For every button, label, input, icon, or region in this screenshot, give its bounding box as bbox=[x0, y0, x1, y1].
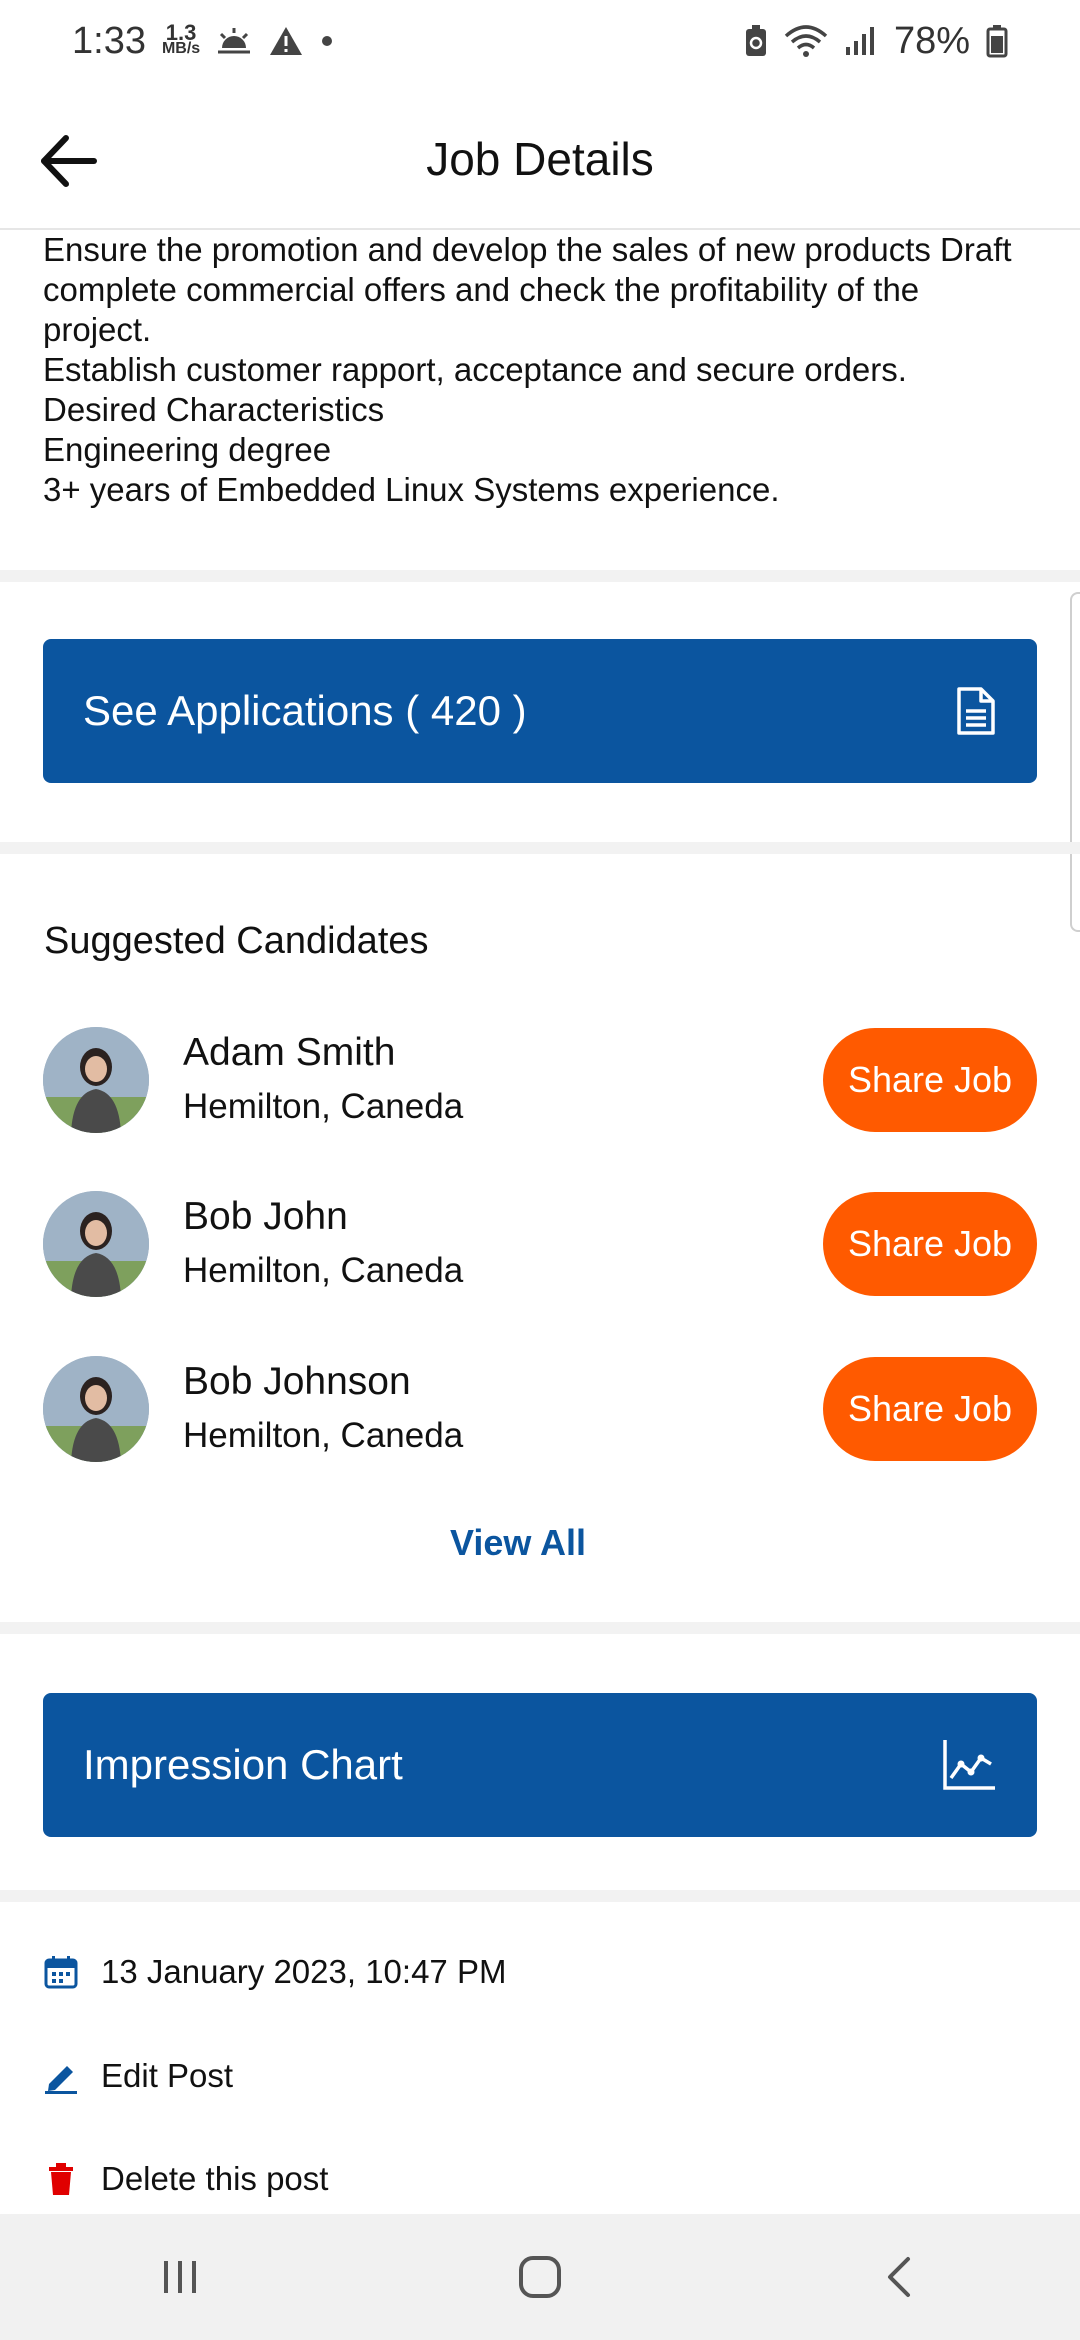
app-bar: Job Details bbox=[0, 82, 1080, 230]
warning-icon bbox=[270, 27, 303, 55]
scrollbar[interactable] bbox=[1070, 592, 1080, 932]
section-divider bbox=[0, 842, 1080, 854]
candidate-row: Bob Johnson Hemilton, Caneda Share Job bbox=[0, 1356, 1080, 1466]
delete-post-label: Delete this post bbox=[101, 2160, 329, 2197]
description-line: complete commercial offers and check the… bbox=[43, 271, 920, 308]
suggested-candidates-title: Suggested Candidates bbox=[44, 920, 429, 962]
line-chart-icon bbox=[943, 1740, 995, 1790]
status-right: 78% bbox=[744, 20, 1008, 63]
candidate-location: Hemilton, Caneda bbox=[183, 1251, 464, 1290]
candidate-name: Bob John bbox=[183, 1195, 348, 1238]
avatar[interactable] bbox=[43, 1356, 149, 1462]
person-avatar-icon bbox=[43, 1356, 149, 1462]
share-job-button[interactable]: Share Job bbox=[823, 1192, 1037, 1296]
share-job-button[interactable]: Share Job bbox=[823, 1357, 1037, 1461]
view-all-link[interactable]: View All bbox=[0, 1522, 1036, 1564]
speed-value: 1.3 bbox=[165, 20, 197, 45]
candidate-location: Hemilton, Caneda bbox=[183, 1416, 464, 1455]
status-left: 1:33 1.3 MB/s bbox=[72, 20, 334, 63]
job-description: Ensure the promotion and develop the sal… bbox=[43, 230, 1043, 510]
network-speed: 1.3 MB/s bbox=[161, 20, 201, 57]
recent-apps-icon bbox=[164, 2261, 196, 2293]
battery-saver-icon bbox=[745, 25, 766, 56]
page-title: Job Details bbox=[426, 133, 654, 185]
see-applications-button[interactable]: See Applications ( 420 ) bbox=[43, 639, 1037, 783]
impression-chart-button[interactable]: Impression Chart bbox=[43, 1693, 1037, 1837]
chevron-left-icon bbox=[888, 2257, 910, 2297]
signal-icon bbox=[845, 27, 874, 55]
home-icon bbox=[519, 2256, 561, 2298]
wifi-icon bbox=[784, 25, 828, 57]
candidate-location: Hemilton, Caneda bbox=[183, 1087, 464, 1126]
section-divider bbox=[0, 1890, 1080, 1902]
section-divider bbox=[0, 1622, 1080, 1634]
system-navigation-bar bbox=[0, 2214, 1080, 2340]
description-line: Establish customer rapport, acceptance a… bbox=[43, 351, 907, 388]
section-divider bbox=[0, 570, 1080, 582]
posted-date: 13 January 2023, 10:47 PM bbox=[101, 1953, 507, 1990]
speed-unit: MB/s bbox=[161, 40, 201, 57]
status-bar: 1:33 1.3 MB/s 78% bbox=[0, 0, 1080, 82]
back-nav-button[interactable] bbox=[860, 2237, 940, 2317]
candidate-row: Bob John Hemilton, Caneda Share Job bbox=[0, 1191, 1080, 1301]
notification-dot-icon bbox=[322, 36, 333, 46]
delete-post-row[interactable]: Delete this post bbox=[43, 2160, 328, 2198]
person-avatar-icon bbox=[43, 1027, 149, 1133]
person-avatar-icon bbox=[43, 1191, 149, 1297]
home-button[interactable] bbox=[500, 2237, 580, 2317]
candidate-name: Bob Johnson bbox=[183, 1360, 411, 1403]
posted-date-row: 13 January 2023, 10:47 PM bbox=[43, 1953, 506, 1991]
description-line: 3+ years of Embedded Linux Systems exper… bbox=[43, 471, 780, 508]
battery-percent: 78% bbox=[893, 19, 970, 62]
see-applications-label: See Applications ( 420 ) bbox=[83, 687, 527, 734]
weather-icon bbox=[218, 28, 251, 54]
battery-icon bbox=[986, 25, 1008, 58]
document-icon bbox=[957, 687, 995, 735]
avatar[interactable] bbox=[43, 1191, 149, 1297]
candidate-row: Adam Smith Hemilton, Caneda Share Job bbox=[0, 1027, 1080, 1137]
candidate-name: Adam Smith bbox=[183, 1031, 396, 1074]
impression-chart-label: Impression Chart bbox=[83, 1741, 403, 1788]
edit-post-row[interactable]: Edit Post bbox=[43, 2057, 233, 2095]
edit-post-label: Edit Post bbox=[101, 2057, 234, 2094]
description-line: Engineering degree bbox=[43, 431, 332, 468]
recent-apps-button[interactable] bbox=[140, 2237, 220, 2317]
description-line: Desired Characteristics bbox=[43, 391, 385, 428]
pencil-icon bbox=[45, 2066, 77, 2094]
trash-icon bbox=[49, 2163, 73, 2195]
clock: 1:33 bbox=[72, 19, 146, 62]
description-line: project. bbox=[43, 311, 152, 348]
calendar-icon bbox=[44, 1956, 78, 1989]
avatar[interactable] bbox=[43, 1027, 149, 1133]
description-line: Ensure the promotion and develop the sal… bbox=[43, 231, 1012, 268]
share-job-button[interactable]: Share Job bbox=[823, 1028, 1037, 1132]
